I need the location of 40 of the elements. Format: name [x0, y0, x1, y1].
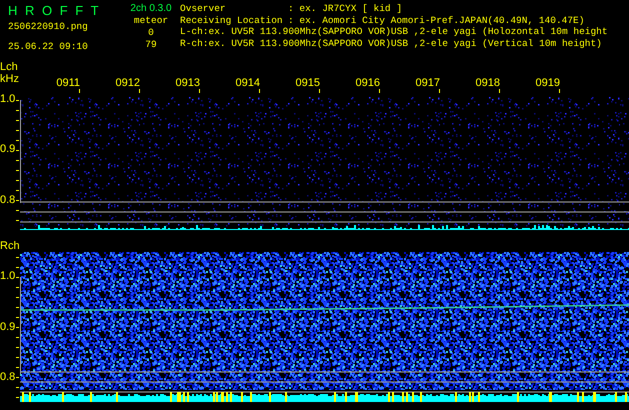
meteor-count: 79 [145, 39, 157, 51]
time-label: 0917 [416, 77, 440, 89]
tick-mark [559, 89, 560, 93]
meteor-count: 0 [148, 27, 154, 39]
axis-label: 1.0 [0, 94, 16, 105]
tick-mark [319, 89, 320, 93]
tick-mark [439, 89, 440, 93]
tick-mark [259, 89, 260, 93]
axis-label: 0.9 [0, 144, 16, 155]
counter-label: meteor [134, 15, 168, 27]
channel-label: Lch [0, 61, 19, 73]
time-label: 0919 [536, 77, 560, 89]
time-label: 0916 [356, 77, 380, 89]
time-label: 0912 [116, 77, 140, 89]
datetime: 25.06.22 09:10 [8, 41, 89, 53]
time-label: 0913 [176, 77, 200, 89]
tick-mark [139, 89, 140, 93]
channel-info: R-ch:ex. UV5R 113.900Mhz(SAPPORO VOR)USB ,2-ele yagi (Vertical 10m height) [180, 38, 603, 49]
axis-label: 1.0 [0, 271, 16, 282]
tick-mark [79, 89, 80, 93]
info-value: : ex. JR7CYX [ kid ] [288, 3, 402, 14]
time-label: 0915 [296, 77, 320, 89]
time-label: 0918 [476, 77, 500, 89]
time-label: 0914 [236, 77, 260, 89]
channel-info: L-ch:ex. UV5R 113.900Mhz(SAPPORO VOR)USB ,2-ele yagi (Holozontal 10m height [180, 26, 608, 38]
channel-label: Rch [0, 240, 20, 252]
time-label: 0911 [56, 77, 80, 89]
app-title: H R O F F T [8, 3, 102, 18]
axis-label: 0.9 [0, 322, 16, 333]
version: 2ch 0.3.0 [130, 3, 172, 15]
info-label: Receiving Location [180, 14, 284, 26]
tick-mark [199, 89, 200, 93]
axis-label: 0.8 [0, 195, 16, 206]
info-value: : ex. Aomori City Aomori-Pref.JAPAN(40.49N, 140.47E) [288, 14, 584, 26]
tick-mark [379, 89, 380, 93]
file-name: 2506220910.png [8, 21, 89, 33]
axis-label: 0.8 [0, 372, 16, 383]
tick-mark [499, 89, 500, 93]
unit-label: kHz [0, 73, 20, 85]
info-label: Ovserver [180, 3, 227, 14]
